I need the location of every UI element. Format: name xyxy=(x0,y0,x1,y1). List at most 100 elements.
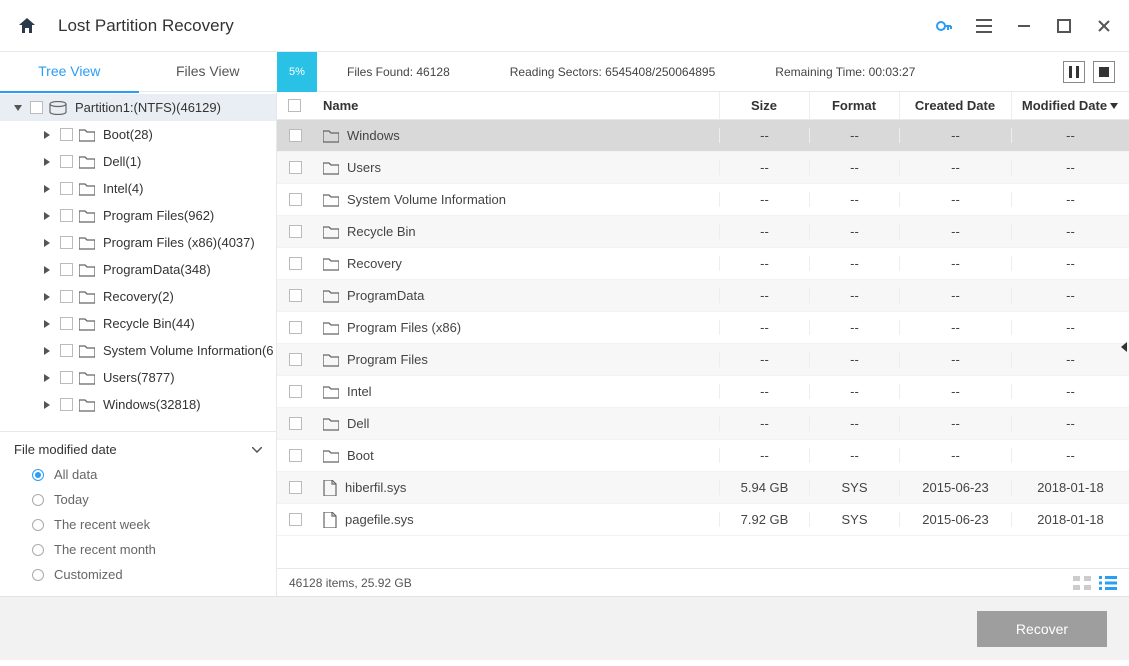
expand-icon[interactable] xyxy=(44,158,56,166)
filter-option[interactable]: Today xyxy=(32,492,262,507)
tree-item[interactable]: System Volume Information(6 xyxy=(0,337,276,364)
filter-title[interactable]: File modified date xyxy=(14,442,262,457)
table-row[interactable]: ProgramData-------- xyxy=(277,280,1129,312)
tree-checkbox[interactable] xyxy=(60,398,73,411)
recover-button[interactable]: Recover xyxy=(977,611,1107,647)
table-row[interactable]: Windows-------- xyxy=(277,120,1129,152)
tree-item[interactable]: Intel(4) xyxy=(0,175,276,202)
tree-item[interactable]: Recovery(2) xyxy=(0,283,276,310)
expand-icon[interactable] xyxy=(44,266,56,274)
col-size[interactable]: Size xyxy=(719,92,809,119)
side-panel-toggle[interactable] xyxy=(1119,340,1129,354)
tree-checkbox[interactable] xyxy=(60,344,73,357)
filter-option[interactable]: The recent month xyxy=(32,542,262,557)
tree-checkbox[interactable] xyxy=(60,209,73,222)
expand-icon[interactable] xyxy=(44,131,56,139)
expand-icon[interactable] xyxy=(44,320,56,328)
row-checkbox[interactable] xyxy=(289,129,302,142)
tree-checkbox[interactable] xyxy=(60,317,73,330)
col-created[interactable]: Created Date xyxy=(899,92,1011,119)
home-icon[interactable] xyxy=(16,15,38,37)
table-row[interactable]: Recovery-------- xyxy=(277,248,1129,280)
table-row[interactable]: Program Files-------- xyxy=(277,344,1129,376)
col-format[interactable]: Format xyxy=(809,92,899,119)
tree-item[interactable]: Windows(32818) xyxy=(0,391,276,418)
table-row[interactable]: Program Files (x86)-------- xyxy=(277,312,1129,344)
expand-icon[interactable] xyxy=(44,347,56,355)
radio[interactable] xyxy=(32,519,44,531)
expand-icon[interactable] xyxy=(44,212,56,220)
expand-icon[interactable] xyxy=(44,374,56,382)
tree-item[interactable]: Boot(28) xyxy=(0,121,276,148)
row-checkbox[interactable] xyxy=(289,161,302,174)
row-checkbox[interactable] xyxy=(289,481,302,494)
tree-checkbox[interactable] xyxy=(60,236,73,249)
filter-option[interactable]: Customized xyxy=(32,567,262,582)
table-row[interactable]: Intel-------- xyxy=(277,376,1129,408)
tree-checkbox[interactable] xyxy=(60,128,73,141)
table-row[interactable]: hiberfil.sys5.94 GBSYS2015-06-232018-01-… xyxy=(277,472,1129,504)
row-checkbox[interactable] xyxy=(289,321,302,334)
row-modified: -- xyxy=(1011,288,1129,303)
table-row[interactable]: Boot-------- xyxy=(277,440,1129,472)
select-all-checkbox[interactable] xyxy=(288,99,301,112)
tree-checkbox[interactable] xyxy=(30,101,43,114)
row-checkbox[interactable] xyxy=(289,417,302,430)
tree-root[interactable]: Partition1:(NTFS)(46129) xyxy=(0,94,276,121)
tree-item[interactable]: Program Files (x86)(4037) xyxy=(0,229,276,256)
table-row[interactable]: System Volume Information-------- xyxy=(277,184,1129,216)
tree-item[interactable]: Program Files(962) xyxy=(0,202,276,229)
filter-option[interactable]: All data xyxy=(32,467,262,482)
expand-icon[interactable] xyxy=(44,185,56,193)
tree-item[interactable]: Recycle Bin(44) xyxy=(0,310,276,337)
row-checkbox[interactable] xyxy=(289,257,302,270)
minimize-icon[interactable] xyxy=(1015,17,1033,35)
expand-icon[interactable] xyxy=(44,239,56,247)
radio[interactable] xyxy=(32,544,44,556)
col-modified[interactable]: Modified Date xyxy=(1011,92,1129,119)
expand-icon[interactable] xyxy=(44,401,56,409)
row-created: -- xyxy=(899,224,1011,239)
tree-item[interactable]: ProgramData(348) xyxy=(0,256,276,283)
expand-icon[interactable] xyxy=(44,293,56,301)
row-checkbox[interactable] xyxy=(289,289,302,302)
list-view-icon[interactable] xyxy=(1099,576,1117,590)
row-size: -- xyxy=(719,224,809,239)
grid-view-icon[interactable] xyxy=(1073,576,1091,590)
tab-tree-view[interactable]: Tree View xyxy=(0,51,139,93)
tree-item[interactable]: Users(7877) xyxy=(0,364,276,391)
tree-checkbox[interactable] xyxy=(60,263,73,276)
row-checkbox[interactable] xyxy=(289,193,302,206)
row-checkbox[interactable] xyxy=(289,225,302,238)
tab-files-view[interactable]: Files View xyxy=(139,51,278,93)
tree-checkbox[interactable] xyxy=(60,290,73,303)
row-checkbox[interactable] xyxy=(289,353,302,366)
row-checkbox[interactable] xyxy=(289,513,302,526)
stop-button[interactable] xyxy=(1093,61,1115,83)
tree-checkbox[interactable] xyxy=(60,182,73,195)
table-row[interactable]: Dell-------- xyxy=(277,408,1129,440)
key-icon[interactable] xyxy=(935,17,953,35)
table-row[interactable]: Recycle Bin-------- xyxy=(277,216,1129,248)
row-checkbox[interactable] xyxy=(289,449,302,462)
col-name[interactable]: Name xyxy=(319,92,719,119)
tree-checkbox[interactable] xyxy=(60,371,73,384)
maximize-icon[interactable] xyxy=(1055,17,1073,35)
table-row[interactable]: pagefile.sys7.92 GBSYS2015-06-232018-01-… xyxy=(277,504,1129,536)
pause-button[interactable] xyxy=(1063,61,1085,83)
radio[interactable] xyxy=(32,569,44,581)
tree-checkbox[interactable] xyxy=(60,155,73,168)
tree-root-label: Partition1:(NTFS)(46129) xyxy=(75,100,221,115)
tree-item[interactable]: Dell(1) xyxy=(0,148,276,175)
folder-icon xyxy=(79,290,95,304)
collapse-icon[interactable] xyxy=(14,105,26,111)
table-row[interactable]: Users-------- xyxy=(277,152,1129,184)
filter-option[interactable]: The recent week xyxy=(32,517,262,532)
remaining-time-value: 00:03:27 xyxy=(869,65,916,79)
close-icon[interactable] xyxy=(1095,17,1113,35)
row-checkbox[interactable] xyxy=(289,385,302,398)
radio[interactable] xyxy=(32,469,44,481)
menu-icon[interactable] xyxy=(975,17,993,35)
radio[interactable] xyxy=(32,494,44,506)
row-size: -- xyxy=(719,352,809,367)
